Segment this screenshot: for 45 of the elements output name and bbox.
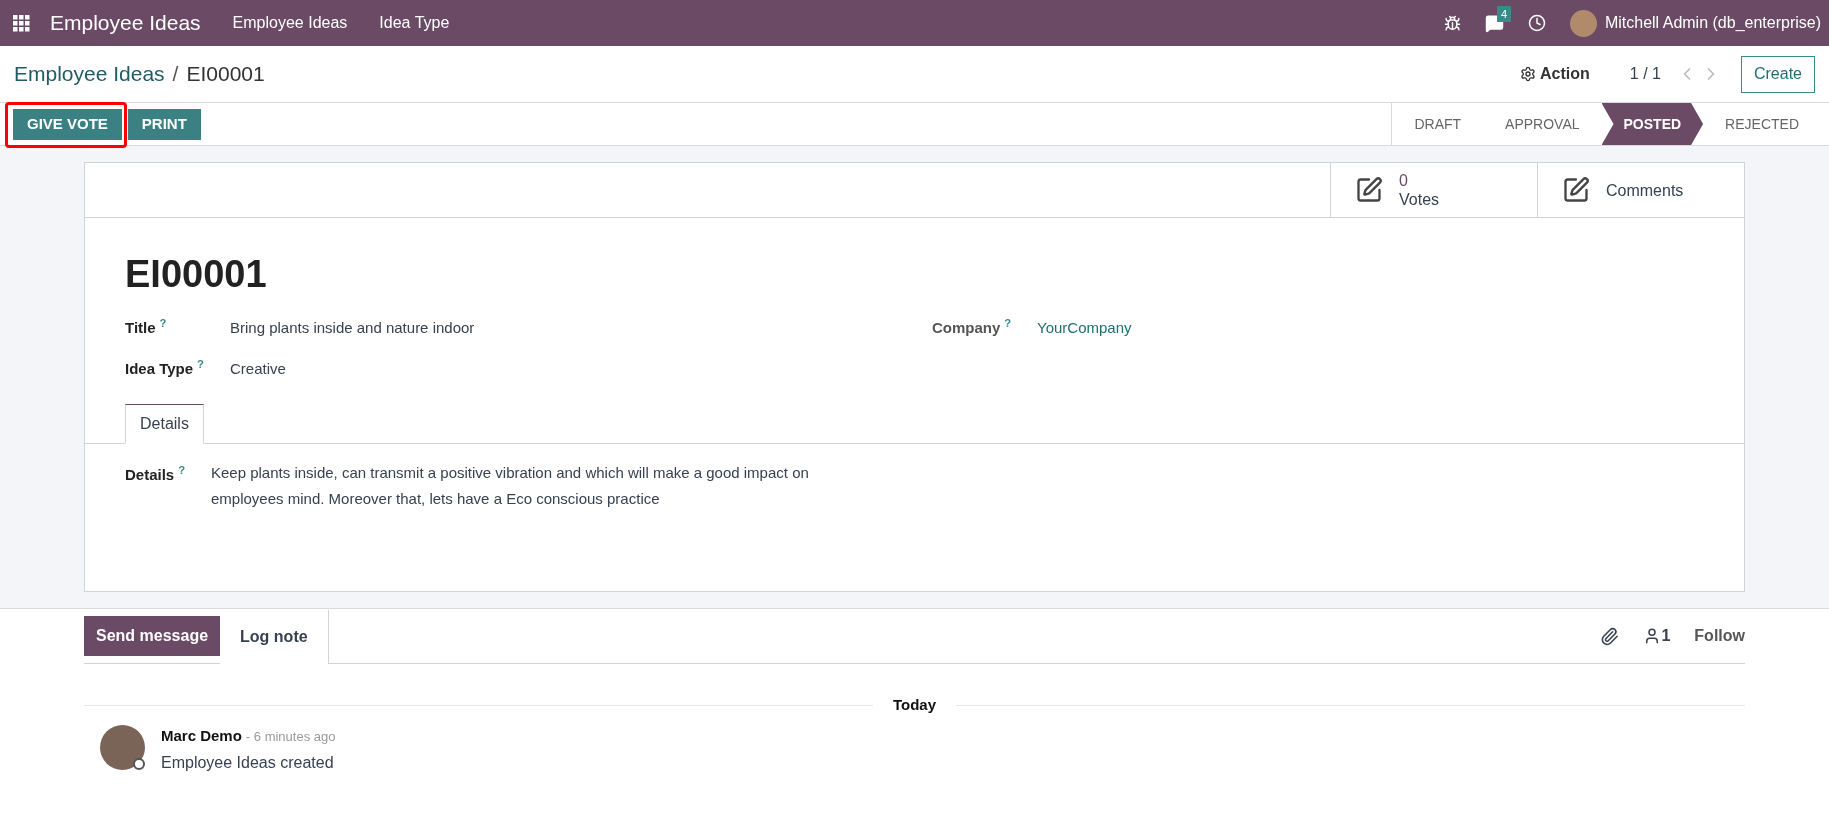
field-value: Creative — [230, 358, 286, 379]
field-label: Idea Type $^{?}$ — [125, 357, 205, 379]
author-name: Marc Demo — [161, 725, 242, 746]
message-time: - 6 minutes ago — [245, 727, 336, 746]
log-note-tab[interactable]: Log note — [220, 609, 329, 664]
company-link[interactable]: YourCompany — [1037, 317, 1132, 340]
header-button[interactable]: GIVE VOTE — [13, 108, 122, 140]
message-body: Employee Ideas created — [161, 753, 335, 773]
field-label: Details $^{?}$ — [125, 464, 187, 485]
status-stage[interactable]: APPROVAL — [1483, 103, 1602, 145]
smart-button[interactable]: 0 Votes — [1330, 163, 1537, 217]
edit-icon — [1355, 176, 1383, 204]
form-tab[interactable]: Details — [125, 404, 204, 444]
menu-item[interactable]: Employee Ideas — [232, 11, 348, 35]
apps-menu-icon[interactable] — [12, 14, 30, 32]
create-button[interactable]: Create — [1740, 55, 1815, 93]
status-stage[interactable]: POSTED — [1601, 103, 1704, 145]
header-button[interactable]: PRINT — [127, 108, 201, 140]
activity-icon[interactable] — [1527, 14, 1546, 32]
send-message-button[interactable]: Send message — [84, 616, 221, 656]
breadcrumb-link[interactable]: Employee Ideas — [14, 58, 165, 90]
action-button[interactable]: Action — [1520, 62, 1590, 86]
status-stage[interactable]: REJECTED — [1703, 103, 1821, 145]
debug-icon[interactable] — [1443, 14, 1461, 32]
breadcrumb-current: EI00001 — [186, 61, 265, 88]
status-stage[interactable]: DRAFT — [1392, 103, 1484, 145]
smart-button[interactable]: Comments — [1537, 163, 1744, 217]
date-separator: Today — [891, 695, 938, 715]
field-value: Bring plants inside and nature indoor — [230, 318, 475, 338]
record-title: EI00001 — [125, 252, 268, 297]
app-name[interactable]: Employee Ideas — [50, 7, 201, 39]
field-label: Title $^{?}$ — [125, 317, 168, 338]
follow-button[interactable]: Follow — [1694, 624, 1745, 648]
breadcrumb-separator: / — [172, 61, 179, 88]
gear-icon — [1520, 66, 1537, 82]
attachment-icon[interactable] — [1600, 626, 1620, 646]
message-count-badge: 4 — [1496, 5, 1512, 22]
pager-value: 1 / 1 — [1629, 64, 1661, 84]
user-name[interactable]: Mitchell Admin (db_enterprise) — [1604, 11, 1821, 35]
field-label: Company $^{?}$ — [932, 317, 1013, 338]
details-text: Keep plants inside, can transmit a positive vibration and which will make a good impact on employees mind. Moreover that, lets have a Eco conscious practice — [211, 463, 810, 509]
edit-icon — [1562, 176, 1590, 204]
follower-count[interactable]: 1 — [1661, 624, 1671, 648]
menu-item[interactable]: Idea Type — [379, 11, 450, 35]
author-avatar — [100, 724, 145, 770]
